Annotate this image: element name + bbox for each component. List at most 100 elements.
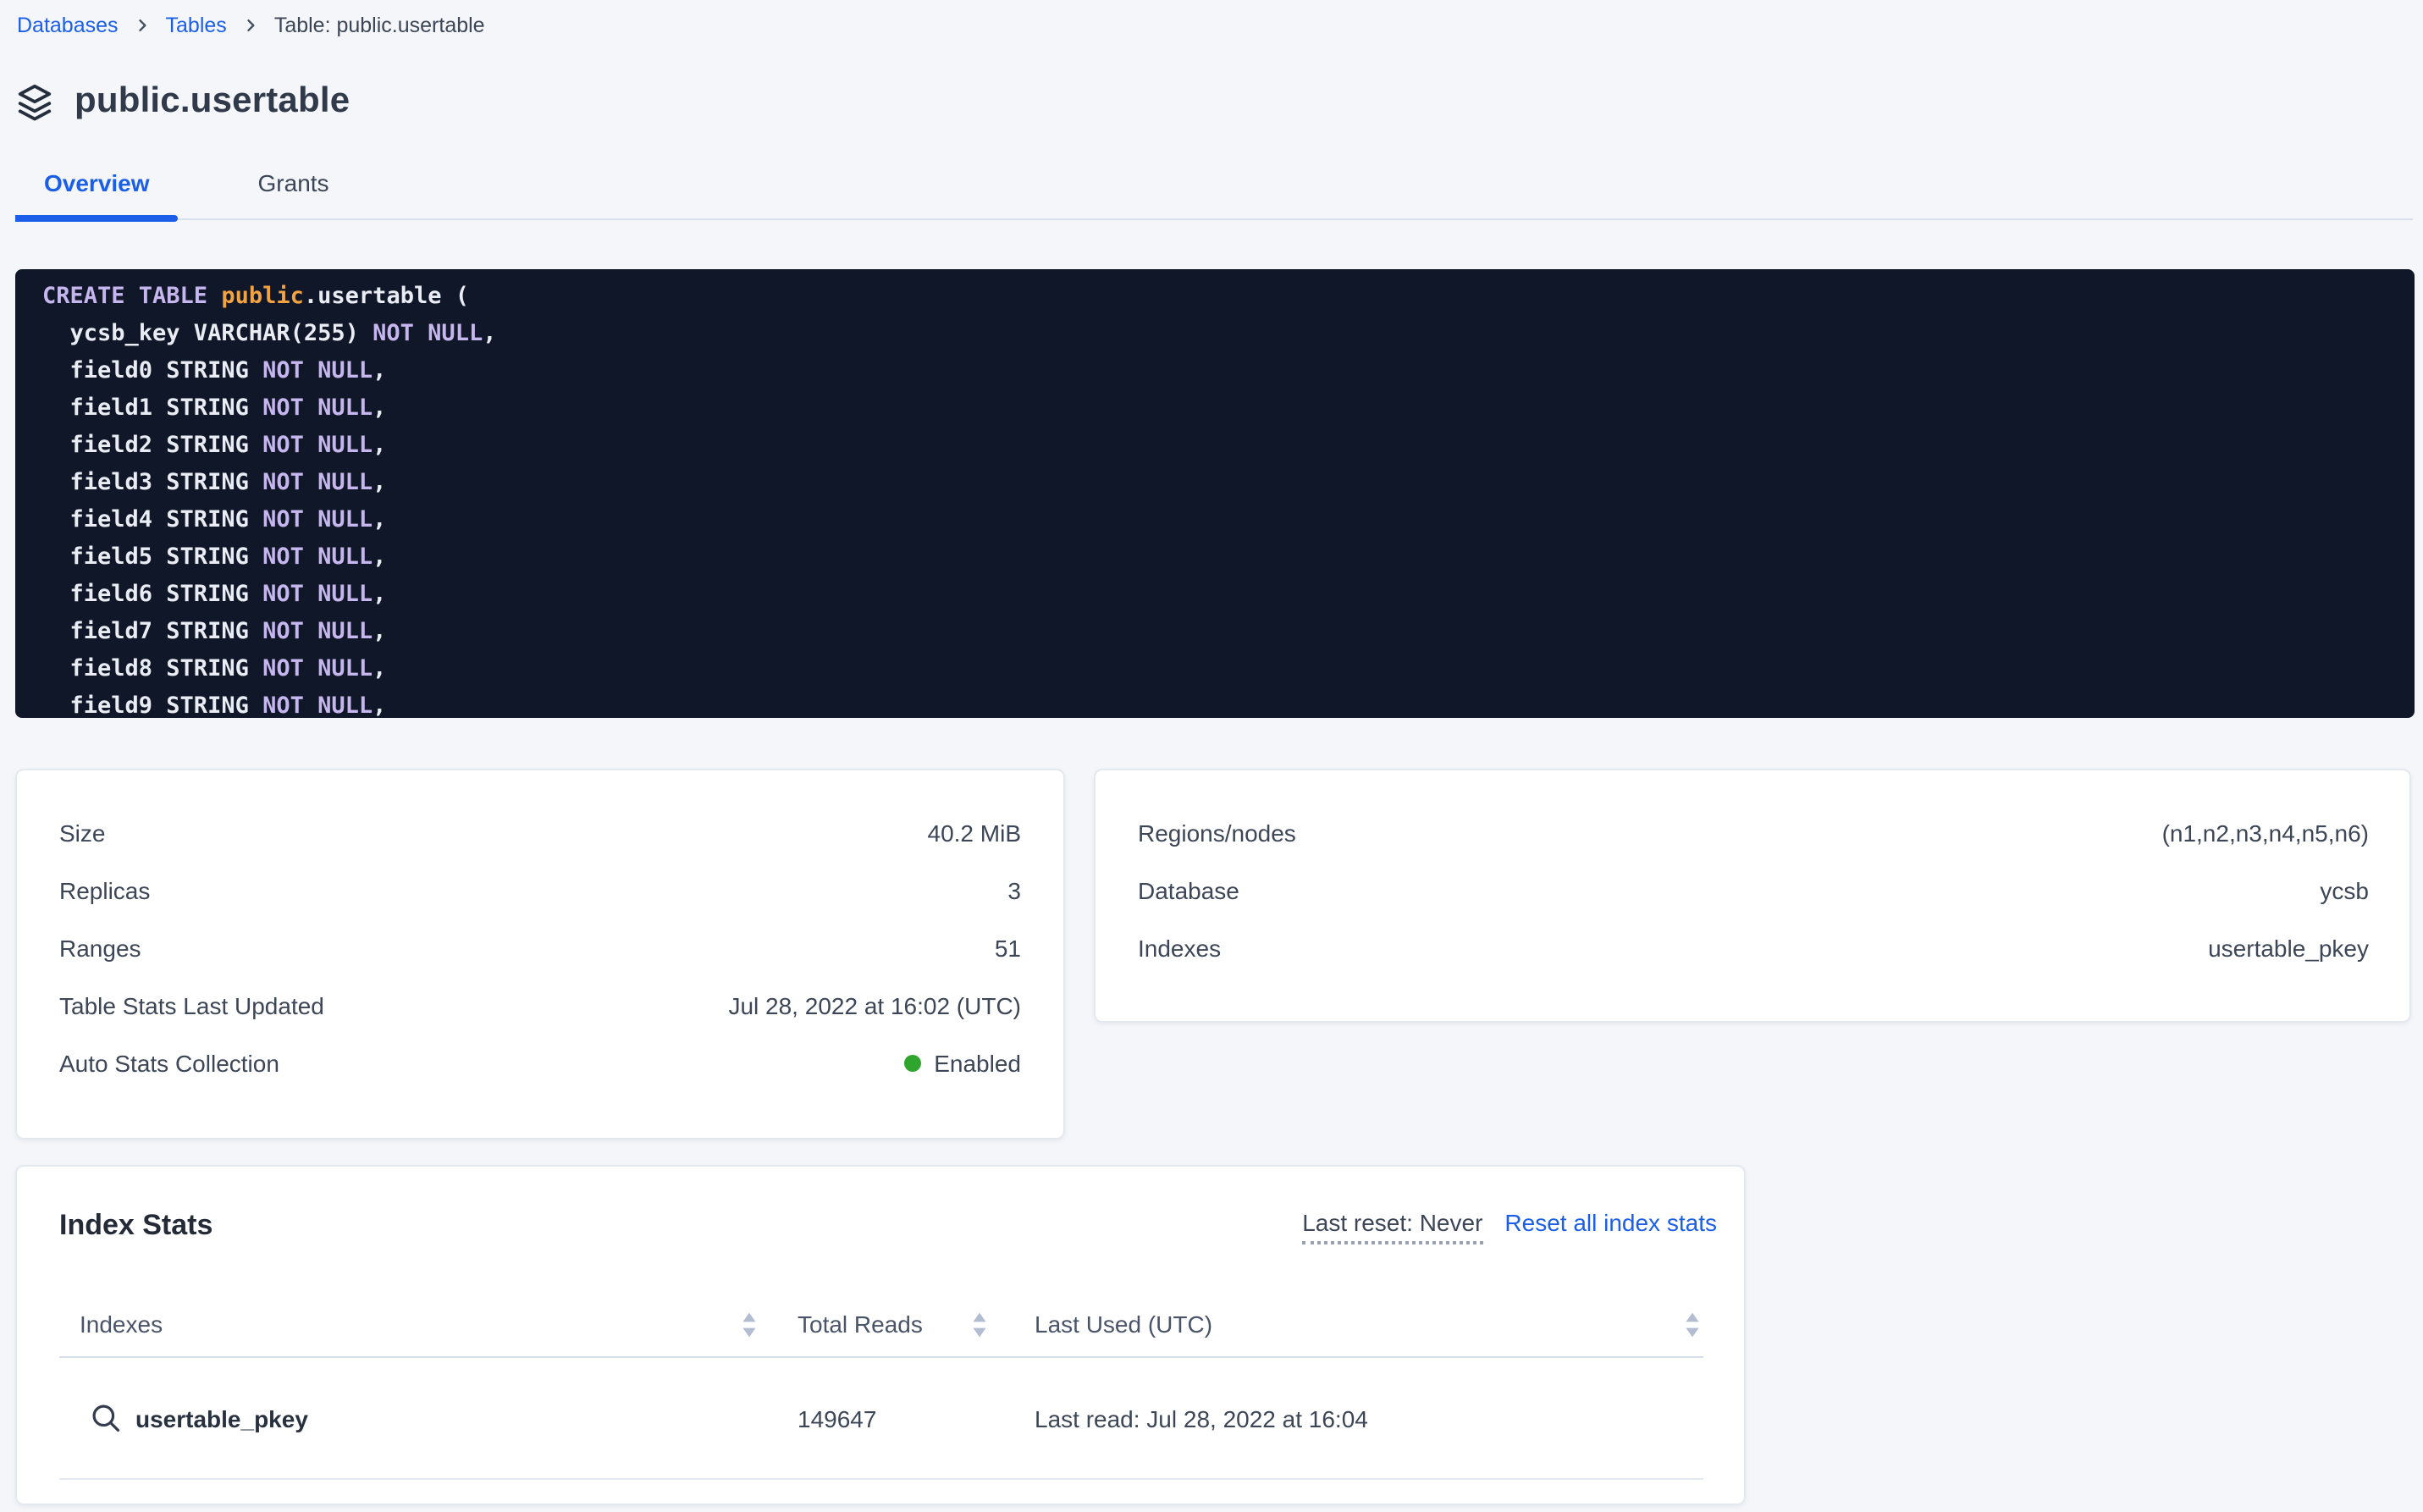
sql-line: field8 STRING NOT NULL, — [42, 650, 2415, 687]
stat-label: Ranges — [59, 935, 141, 962]
index-stats-table: Indexes Total Reads Last Used (UTC) user… — [59, 1292, 1703, 1480]
stat-row: Ranges 51 — [59, 919, 1021, 977]
sql-token: .usertable ( — [304, 283, 469, 310]
tab-bar: Overview Grants — [15, 169, 2413, 220]
reset-all-index-stats-link[interactable]: Reset all index stats — [1504, 1209, 1717, 1236]
sql-token: NOT NULL — [262, 581, 373, 608]
sql-token: field4 STRING — [42, 506, 262, 533]
stat-row: Indexes usertable_pkey — [1138, 919, 2369, 977]
sql-token: , — [373, 655, 386, 682]
sql-token: field2 STRING — [42, 432, 262, 459]
sql-line: field5 STRING NOT NULL, — [42, 538, 2415, 576]
sql-token: field1 STRING — [42, 395, 262, 422]
tab-overview[interactable]: Overview — [15, 169, 179, 218]
sql-line: CREATE TABLE public.usertable ( — [42, 278, 2415, 315]
breadcrumb-link-tables[interactable]: Tables — [166, 12, 227, 39]
chevron-right-icon — [242, 17, 259, 34]
sql-token: field8 STRING — [42, 655, 262, 682]
last-reset-label: Last reset: Never — [1302, 1209, 1482, 1244]
stat-label: Auto Stats Collection — [59, 1050, 279, 1077]
sql-token: NOT NULL — [262, 618, 373, 645]
sql-line: ycsb_key VARCHAR(255) NOT NULL, — [42, 315, 2415, 352]
column-header-last-used[interactable]: Last Used (UTC) — [1035, 1311, 1703, 1338]
breadcrumb-current: Table: public.usertable — [274, 12, 485, 39]
status-dot-icon — [903, 1055, 920, 1072]
stat-value-text: Enabled — [934, 1050, 1021, 1077]
stat-value-text: ycsb — [2320, 877, 2369, 904]
stat-label: Indexes — [1138, 935, 1221, 962]
sql-token: NOT NULL — [373, 320, 483, 347]
stat-value: Enabled — [903, 1050, 1021, 1077]
sql-token: public — [221, 283, 304, 310]
index-name-cell: usertable_pkey — [80, 1402, 798, 1434]
sql-token: , — [373, 581, 386, 608]
sql-token: field5 STRING — [42, 544, 262, 571]
stat-value-text: 3 — [1007, 877, 1021, 904]
page-title: public.usertable — [75, 81, 350, 122]
create-table-sql-code: CREATE TABLE public.usertable ( ycsb_key… — [15, 269, 2415, 718]
index-stats-column-headers: Indexes Total Reads Last Used (UTC) — [59, 1292, 1703, 1358]
stat-value-text: Jul 28, 2022 at 16:02 (UTC) — [728, 992, 1021, 1019]
sql-token: NOT NULL — [262, 395, 373, 422]
stat-row: Regions/nodes (n1,n2,n3,n4,n5,n6) — [1138, 804, 2369, 862]
sql-token: NOT NULL — [262, 506, 373, 533]
sort-icon[interactable] — [742, 1311, 757, 1337]
sort-icon[interactable] — [1685, 1311, 1700, 1337]
stat-value: (n1,n2,n3,n4,n5,n6) — [2162, 819, 2369, 847]
stat-row: Database ycsb — [1138, 862, 2369, 919]
sql-line: field2 STRING NOT NULL, — [42, 427, 2415, 464]
table-stats-rows: Size40.2 MiBReplicas3Ranges51Table Stats… — [59, 804, 1021, 1092]
sql-token: , — [373, 693, 386, 718]
table-stats-card: Size40.2 MiBReplicas3Ranges51Table Stats… — [15, 769, 1065, 1140]
column-header-indexes[interactable]: Indexes — [80, 1311, 798, 1338]
table-details-page: Databases Tables Table: public.usertable… — [0, 0, 2423, 1512]
column-header-total-reads[interactable]: Total Reads — [798, 1311, 1035, 1338]
tab-grants[interactable]: Grants — [229, 169, 358, 218]
sql-token: , — [373, 469, 386, 496]
magnifier-icon — [90, 1402, 122, 1434]
sql-token: CREATE TABLE — [42, 283, 221, 310]
index-stats-row: usertable_pkey 149647Last read: Jul 28, 2… — [59, 1358, 1703, 1480]
sql-token: field6 STRING — [42, 581, 262, 608]
sort-icon[interactable] — [972, 1311, 987, 1337]
last-used-cell: Last read: Jul 28, 2022 at 16:04 — [1035, 1404, 1703, 1432]
sql-token: NOT NULL — [262, 357, 373, 384]
stat-label: Size — [59, 819, 105, 847]
sql-line: field0 STRING NOT NULL, — [42, 352, 2415, 389]
stat-value: 40.2 MiB — [928, 819, 1022, 847]
stat-value-text: 40.2 MiB — [928, 819, 1022, 847]
stat-value-text: 51 — [995, 935, 1021, 962]
sql-line: field4 STRING NOT NULL, — [42, 501, 2415, 538]
total-reads-cell: 149647 — [798, 1404, 1035, 1432]
stat-label: Database — [1138, 877, 1239, 904]
index-stats-header: Index Stats Last reset: Never Reset all … — [59, 1209, 1717, 1250]
index-stats-title: Index Stats — [59, 1209, 212, 1243]
sql-line: field3 STRING NOT NULL, — [42, 464, 2415, 501]
breadcrumb-link-databases[interactable]: Databases — [17, 12, 119, 39]
stat-value: Jul 28, 2022 at 16:02 (UTC) — [728, 992, 1021, 1019]
sql-line: field6 STRING NOT NULL, — [42, 576, 2415, 613]
sql-token: NOT NULL — [262, 544, 373, 571]
column-label: Total Reads — [798, 1311, 923, 1338]
sql-line: field7 STRING NOT NULL, — [42, 613, 2415, 650]
sql-token: , — [373, 544, 386, 571]
index-stats-card: Index Stats Last reset: Never Reset all … — [15, 1165, 1746, 1505]
stat-value: ycsb — [2320, 877, 2369, 904]
sql-token: , — [373, 357, 386, 384]
sql-token: , — [373, 395, 386, 422]
sql-line: field9 STRING NOT NULL, — [42, 687, 2415, 718]
index-stats-table-body: usertable_pkey 149647Last read: Jul 28, 2… — [59, 1358, 1703, 1480]
stat-row: Auto Stats Collection Enabled — [59, 1035, 1021, 1092]
sql-token: field0 STRING — [42, 357, 262, 384]
sql-token: NOT NULL — [262, 693, 373, 718]
stat-label: Regions/nodes — [1138, 819, 1296, 847]
sql-token: , — [373, 618, 386, 645]
column-label: Last Used (UTC) — [1035, 1311, 1212, 1338]
sql-token: field9 STRING — [42, 693, 262, 718]
sql-token: field7 STRING — [42, 618, 262, 645]
database-info-rows: Regions/nodes (n1,n2,n3,n4,n5,n6) Database… — [1138, 804, 2369, 977]
index-name-link[interactable]: usertable_pkey — [135, 1404, 308, 1432]
sql-token: , — [373, 432, 386, 459]
stat-value: usertable_pkey — [2208, 935, 2369, 962]
sql-token: ycsb_key VARCHAR(255) — [42, 320, 373, 347]
